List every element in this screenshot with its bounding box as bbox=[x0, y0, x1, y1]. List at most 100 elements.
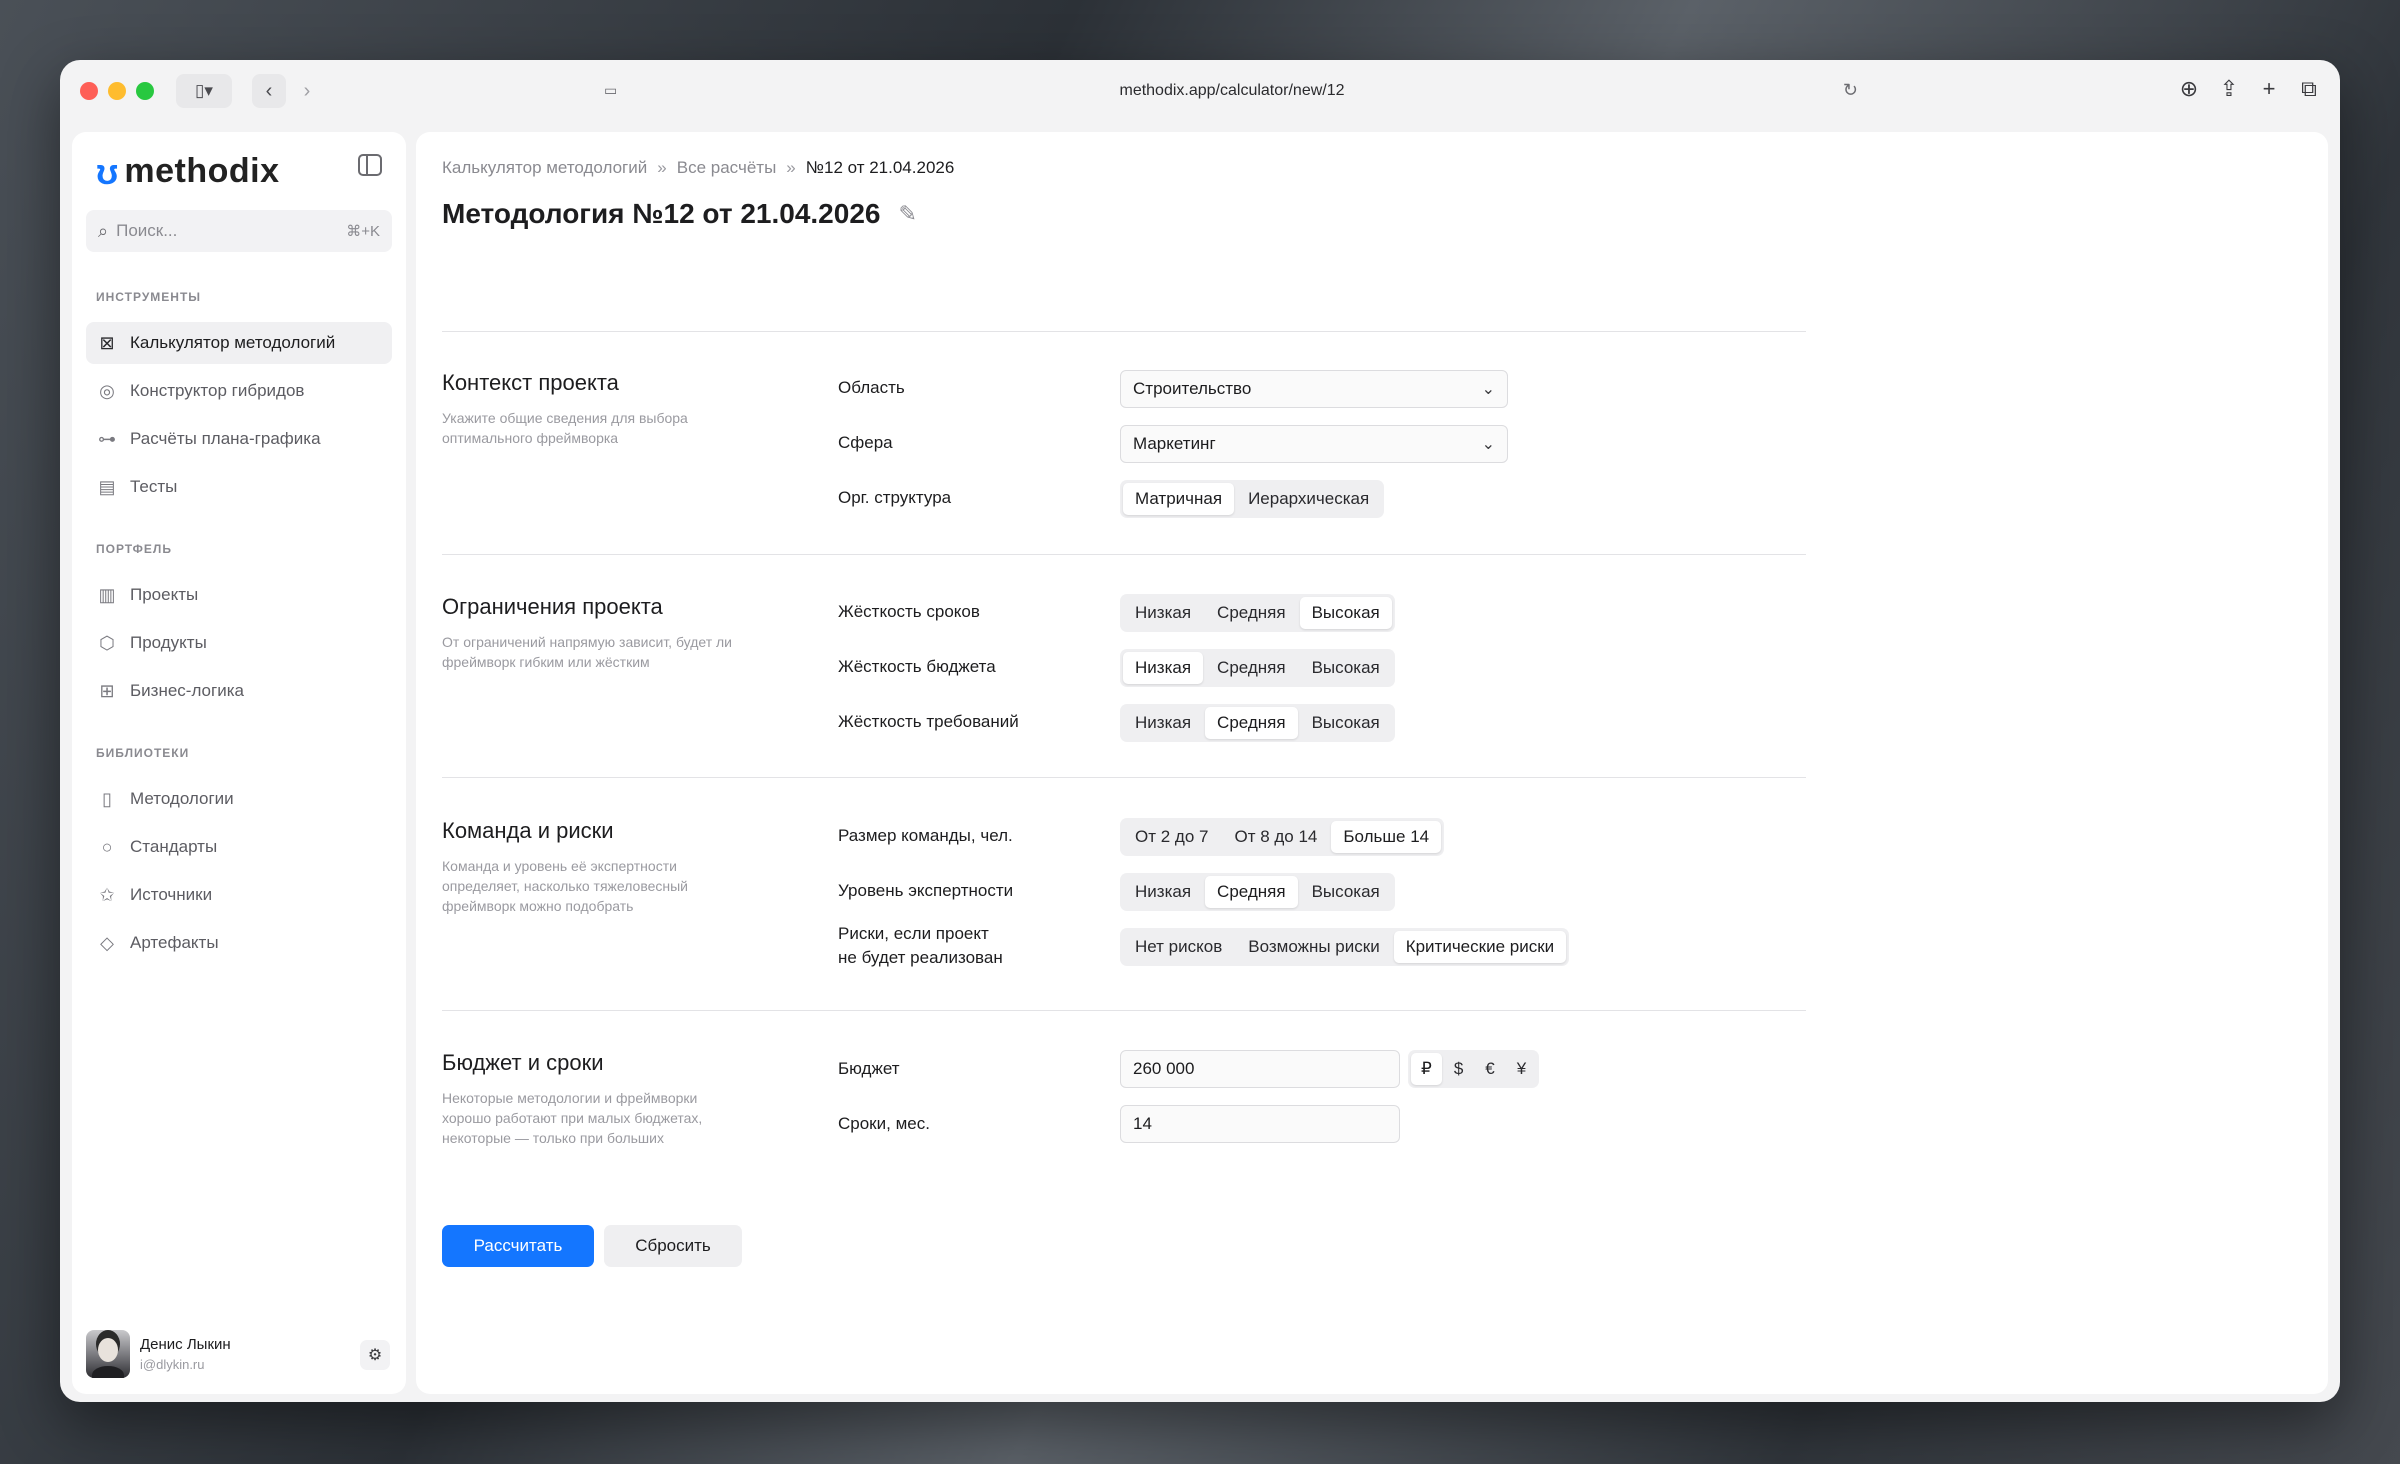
tabs-overview-icon[interactable]: ⧉ bbox=[2296, 76, 2322, 102]
sidebar-item-projects[interactable]: ▥ Проекты bbox=[86, 574, 392, 616]
term-input-value: 14 bbox=[1133, 1114, 1152, 1133]
section-title-team: Команда и риски bbox=[442, 818, 614, 843]
section-desc-context: Укажите общие сведения для выбора оптима… bbox=[442, 410, 688, 446]
term-input[interactable]: 14 bbox=[1120, 1105, 1400, 1143]
user-profile[interactable]: Денис Лыкин i@dlykin.ru ⚙ bbox=[86, 1330, 392, 1378]
search-input[interactable]: ⌕ Поиск... ⌘+K bbox=[86, 210, 392, 252]
sphere-select[interactable]: Маркетинг ⌄ bbox=[1120, 425, 1508, 463]
edit-icon[interactable]: ✎ bbox=[898, 201, 916, 227]
page-title-text: Методология №12 от 21.04.2026 bbox=[442, 198, 881, 229]
section-label-tools: ИНСТРУМЕНТЫ bbox=[96, 290, 202, 304]
back-button[interactable]: ‹ bbox=[252, 74, 286, 108]
field-label-term: Сроки, мес. bbox=[838, 1114, 930, 1133]
sidebar-item-artifacts[interactable]: ◇ Артефакты bbox=[86, 922, 392, 964]
breadcrumb-item-current: №12 от 21.04.2026 bbox=[805, 158, 955, 177]
sidebar-item-label: Артефакты bbox=[130, 933, 219, 952]
user-info: Денис Лыкин i@dlykin.ru bbox=[140, 1336, 231, 1372]
minimize-window-button[interactable] bbox=[108, 82, 126, 100]
page-settings-icon[interactable]: ▭ bbox=[604, 82, 617, 99]
reload-icon[interactable]: ↻ bbox=[1843, 80, 1858, 101]
field-label-budget: Бюджет bbox=[838, 1059, 900, 1078]
sidebar-item-sources[interactable]: ✩ Источники bbox=[86, 874, 392, 916]
reset-button[interactable]: Сбросить bbox=[604, 1225, 742, 1267]
sidebar-item-tests[interactable]: ▤ Тесты bbox=[86, 466, 392, 508]
section-label-portfolio: ПОРТФЕЛЬ bbox=[96, 542, 172, 556]
section-desc-team: Команда и уровень её экспертности опреде… bbox=[442, 858, 689, 914]
sidebar-item-methodologies[interactable]: ▯ Методологии bbox=[86, 778, 392, 820]
sidebar-item-products[interactable]: ⬡ Продукты bbox=[86, 622, 392, 664]
segment-option-high[interactable]: Высокая bbox=[1299, 597, 1392, 629]
close-window-button[interactable] bbox=[80, 82, 98, 100]
segment-option-high[interactable]: Высокая bbox=[1300, 652, 1392, 684]
logo[interactable]: ʊ methodix bbox=[96, 152, 279, 191]
calculator-icon: ⊠ bbox=[99, 332, 115, 353]
expertise-segmented: Низкая Средняя Высокая bbox=[1120, 873, 1395, 911]
user-settings-icon[interactable]: ⚙ bbox=[360, 1340, 390, 1370]
area-select[interactable]: Строительство ⌄ bbox=[1120, 370, 1508, 408]
org-option-hierarchical[interactable]: Иерархическая bbox=[1236, 483, 1381, 515]
download-icon[interactable]: ⊕ bbox=[2176, 76, 2202, 102]
sidebar-item-hybrid-builder[interactable]: ◎ Конструктор гибридов bbox=[86, 370, 392, 412]
briefcase-icon: ▥ bbox=[98, 584, 116, 605]
segment-option-2-7[interactable]: От 2 до 7 bbox=[1123, 821, 1220, 853]
segment-option-possible-risks[interactable]: Возможны риски bbox=[1236, 931, 1391, 963]
breadcrumb-item-calculator[interactable]: Калькулятор методологий bbox=[442, 158, 647, 178]
currency-segmented: ₽ $ € ¥ bbox=[1408, 1050, 1540, 1088]
breadcrumb-item-all-calculations[interactable]: Все расчёты bbox=[677, 158, 777, 178]
budget-rigidity-segmented: Низкая Средняя Высокая bbox=[1120, 649, 1395, 687]
breadcrumb: Калькулятор методологий » Все расчёты » … bbox=[442, 158, 954, 178]
sidebar-toggle-button[interactable]: ▯▾ bbox=[176, 74, 232, 108]
zoom-window-button[interactable] bbox=[136, 82, 154, 100]
sidebar-item-standards[interactable]: ○ Стандарты bbox=[86, 826, 392, 868]
share-icon[interactable]: ⇪ bbox=[2216, 76, 2242, 102]
avatar bbox=[86, 1330, 130, 1378]
segment-option-over-14[interactable]: Больше 14 bbox=[1331, 821, 1442, 853]
breadcrumb-separator: » bbox=[786, 158, 796, 177]
calculate-button[interactable]: Рассчитать bbox=[442, 1225, 594, 1267]
page-title: Методология №12 от 21.04.2026 ✎ bbox=[442, 198, 917, 230]
segment-option-low[interactable]: Низкая bbox=[1123, 652, 1204, 684]
segment-option-low[interactable]: Низкая bbox=[1123, 876, 1203, 908]
forward-button[interactable]: › bbox=[290, 74, 324, 108]
sidebar-item-business-logic[interactable]: ⊞ Бизнес-логика bbox=[86, 670, 392, 712]
segment-option-8-14[interactable]: От 8 до 14 bbox=[1222, 821, 1329, 853]
budget-input-value: 260 000 bbox=[1133, 1059, 1195, 1078]
section-title-context: Контекст проекта bbox=[442, 370, 619, 395]
segment-option-low[interactable]: Низкая bbox=[1123, 707, 1203, 739]
sidebar: ʊ methodix ⌕ Поиск... ⌘+K ИНСТРУМЕНТЫ ⊠ … bbox=[72, 132, 406, 1394]
segment-option-low[interactable]: Низкая bbox=[1123, 597, 1203, 629]
hybrid-icon: ◎ bbox=[99, 380, 115, 401]
team-size-segmented: От 2 до 7 От 8 до 14 Больше 14 bbox=[1120, 818, 1445, 856]
segment-option-medium[interactable]: Средняя bbox=[1205, 652, 1298, 684]
user-name: Денис Лыкин bbox=[140, 1336, 231, 1353]
budget-input[interactable]: 260 000 bbox=[1120, 1050, 1400, 1088]
sidebar-item-label: Методологии bbox=[130, 789, 234, 808]
gem-icon: ◇ bbox=[100, 932, 114, 953]
new-tab-icon[interactable]: + bbox=[2256, 76, 2282, 102]
segment-option-medium[interactable]: Средняя bbox=[1205, 707, 1298, 739]
field-label-budget-rigidity: Жёсткость бюджета bbox=[838, 657, 996, 676]
org-option-matrix[interactable]: Матричная bbox=[1123, 483, 1235, 515]
sidebar-item-label: Источники bbox=[130, 885, 213, 904]
section-divider bbox=[442, 331, 1806, 332]
chevron-down-icon: ⌄ bbox=[1481, 436, 1495, 453]
segment-option-no-risks[interactable]: Нет рисков bbox=[1123, 931, 1234, 963]
segment-option-medium[interactable]: Средняя bbox=[1205, 876, 1298, 908]
requirements-rigidity-segmented: Низкая Средняя Высокая bbox=[1120, 704, 1395, 742]
field-label-risks: Риски, если проект не будет реализован bbox=[838, 924, 1003, 967]
segment-option-high[interactable]: Высокая bbox=[1300, 876, 1392, 908]
field-label-org: Орг. структура bbox=[838, 488, 952, 507]
field-label-deadline-rigidity: Жёсткость сроков bbox=[838, 602, 980, 621]
segment-option-critical-risks[interactable]: Критические риски bbox=[1393, 931, 1567, 963]
segment-option-high[interactable]: Высокая bbox=[1300, 707, 1392, 739]
currency-option-rub[interactable]: ₽ bbox=[1411, 1053, 1442, 1085]
address-bar[interactable]: ▭ methodix.app/calculator/new/12 ↻ bbox=[592, 72, 1872, 110]
main-content: Калькулятор методологий » Все расчёты » … bbox=[416, 132, 2328, 1394]
collapse-sidebar-icon[interactable] bbox=[358, 154, 382, 176]
currency-option-jpy[interactable]: ¥ bbox=[1507, 1053, 1536, 1085]
currency-option-usd[interactable]: $ bbox=[1444, 1053, 1473, 1085]
currency-option-eur[interactable]: € bbox=[1475, 1053, 1504, 1085]
segment-option-medium[interactable]: Средняя bbox=[1205, 597, 1298, 629]
sidebar-item-calculator[interactable]: ⊠ Калькулятор методологий bbox=[86, 322, 392, 364]
sidebar-item-schedule[interactable]: ⊶ Расчёты плана-графика bbox=[86, 418, 392, 460]
